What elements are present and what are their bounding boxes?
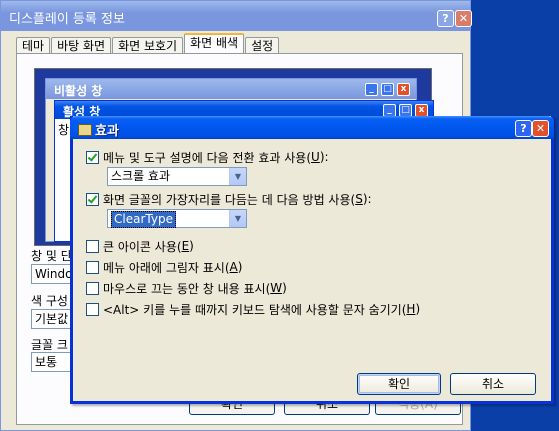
- option-label: <Alt> 키를 누를 때까지 키보드 탐색에 사용할 문자 숨기기(: [103, 302, 407, 317]
- tab-screensaver[interactable]: 화면 보호기: [112, 37, 184, 54]
- option-label-tail: ): [415, 302, 421, 316]
- large-icons-checkbox[interactable]: [86, 239, 99, 253]
- tab-strip: 테마 바탕 화면 화면 보호기 화면 배색 설정: [16, 33, 280, 54]
- option-accesskey: S: [355, 192, 363, 206]
- option-font-smoothing[interactable]: 화면 글꼴의 가장자리를 다듬는 데 다음 방법 사용(S):: [86, 191, 372, 207]
- preview-inactive-title-bar: 비활성 창 _ □ x: [46, 79, 416, 99]
- app-icon: [78, 124, 92, 136]
- option-label: 마우스로 끄는 동안 창 내용 표시(: [103, 281, 271, 296]
- maximize-icon: □: [381, 83, 394, 96]
- option-accesskey: A: [229, 260, 238, 274]
- option-label: 큰 아이콘 사용(: [103, 239, 182, 254]
- help-icon[interactable]: ?: [437, 10, 454, 27]
- transition-effect-select[interactable]: 스크롤 효과 ▼: [107, 167, 247, 186]
- tab-theme[interactable]: 테마: [16, 37, 51, 54]
- chevron-down-icon[interactable]: ▼: [229, 168, 246, 185]
- close-icon[interactable]: ✕: [532, 120, 549, 137]
- transition-effect-value: 스크롤 효과: [111, 169, 171, 183]
- outer-window-title: 디스플레이 등록 정보: [9, 12, 125, 27]
- option-label-tail: ):: [362, 192, 372, 206]
- transition-effect-checkbox[interactable]: [86, 150, 99, 164]
- option-label-tail: ):: [319, 150, 329, 164]
- option-transition-effect[interactable]: 메뉴 및 도구 설명에 다음 전환 효과 사용(U):: [86, 149, 329, 165]
- color-scheme-label: 색 구성: [31, 294, 68, 308]
- preview-inactive-title: 비활성 창: [54, 84, 103, 98]
- font-size-label: 글꼴 크: [31, 338, 68, 352]
- window-style-label: 창 및 단: [31, 249, 72, 263]
- drag-contents-checkbox[interactable]: [86, 281, 99, 295]
- option-label: 메뉴 및 도구 설명에 다음 전환 효과 사용(: [103, 150, 312, 165]
- help-icon[interactable]: ?: [515, 120, 532, 137]
- option-label-tail: ): [282, 281, 287, 295]
- effects-title-text: 효과: [95, 124, 119, 139]
- option-hide-underlines[interactable]: <Alt> 키를 누를 때까지 키보드 탐색에 사용할 문자 숨기기(H): [86, 301, 420, 317]
- option-label-tail: ): [189, 239, 194, 253]
- menu-shadow-checkbox[interactable]: [86, 260, 99, 274]
- tab-settings[interactable]: 설정: [245, 37, 280, 54]
- option-label: 메뉴 아래에 그림자 표시(: [103, 260, 230, 275]
- cancel-button[interactable]: 취소: [450, 373, 536, 395]
- minimize-icon: _: [365, 83, 378, 96]
- effects-title-bar[interactable]: 효과 ? ✕: [70, 116, 554, 139]
- font-smoothing-value: ClearType: [111, 211, 176, 228]
- tab-desktop[interactable]: 바탕 화면: [51, 37, 112, 54]
- option-accesskey: H: [406, 302, 416, 316]
- option-drag-contents[interactable]: 마우스로 끄는 동안 창 내용 표시(W): [86, 280, 287, 296]
- close-icon: x: [397, 83, 410, 96]
- preview-body-text: 창: [58, 123, 70, 137]
- font-smoothing-checkbox[interactable]: [86, 192, 99, 206]
- hide-underlines-checkbox[interactable]: [86, 302, 99, 316]
- close-icon[interactable]: ✕: [455, 10, 472, 27]
- outer-title-bar[interactable]: 디스플레이 등록 정보 ? ✕: [1, 1, 472, 31]
- option-accesskey: U: [311, 150, 320, 164]
- tab-appearance[interactable]: 화면 배색: [184, 33, 245, 54]
- chevron-down-icon[interactable]: ▼: [229, 210, 246, 227]
- ok-button[interactable]: 확인: [357, 373, 441, 395]
- option-accesskey: W: [270, 281, 283, 295]
- option-accesskey: E: [181, 239, 190, 253]
- option-menu-shadow[interactable]: 메뉴 아래에 그림자 표시(A): [86, 259, 242, 275]
- effects-dialog-title: 효과: [78, 120, 119, 139]
- option-label-tail: ): [237, 260, 243, 274]
- font-smoothing-select[interactable]: ClearType ▼: [107, 209, 247, 228]
- option-label: 화면 글꼴의 가장자리를 다듬는 데 다음 방법 사용(: [103, 192, 356, 207]
- option-large-icons[interactable]: 큰 아이콘 사용(E): [86, 238, 194, 254]
